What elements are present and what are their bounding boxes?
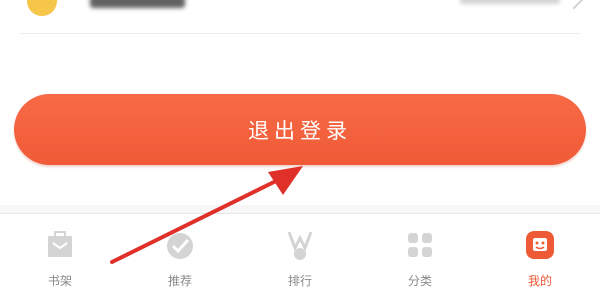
tab-bookshelf-label: 书架 [47, 274, 72, 288]
tab-profile[interactable]: 我的 [480, 214, 600, 301]
tab-category[interactable]: 分类 [360, 214, 480, 301]
divider [20, 33, 580, 34]
tab-ranking[interactable]: 排行 [240, 214, 360, 301]
tab-recommend[interactable]: 推荐 [120, 214, 240, 301]
tab-profile-label: 我的 [527, 274, 552, 288]
coin-icon [27, 0, 57, 16]
settings-row-label-blurred [90, 0, 185, 8]
profile-icon [523, 228, 557, 262]
ranking-icon [283, 228, 317, 262]
bookshelf-icon [43, 228, 77, 262]
logout-button[interactable]: 退出登录 [14, 94, 586, 165]
section-gap [0, 205, 600, 213]
bottom-tab-bar: 书架 推荐 排行 分类 我的 [0, 213, 600, 301]
recommend-icon [163, 228, 197, 262]
settings-row-value-blurred [460, 0, 560, 4]
tab-category-label: 分类 [407, 274, 432, 288]
chevron-right-icon [562, 0, 586, 10]
tab-ranking-label: 排行 [287, 274, 312, 288]
tab-bookshelf[interactable]: 书架 [0, 214, 120, 301]
tab-recommend-label: 推荐 [167, 274, 192, 288]
category-icon [403, 228, 437, 262]
settings-row[interactable] [0, 0, 600, 30]
